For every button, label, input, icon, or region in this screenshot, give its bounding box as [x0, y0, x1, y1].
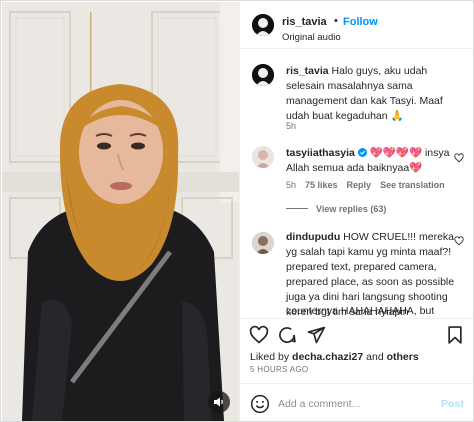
caption-avatar[interactable]	[252, 64, 274, 86]
caption-username[interactable]: ris_tavia	[286, 65, 329, 77]
share-icon[interactable]	[306, 325, 326, 345]
comment-2-line-2: yg salah tapi kamu yg minta maaf?!	[286, 246, 452, 258]
mute-toggle-button[interactable]	[208, 391, 230, 413]
comment-2-line-4: prepared place, as soon as possible	[286, 276, 455, 288]
comment-1-reply-button[interactable]: Reply	[347, 180, 372, 190]
post-header: ris_tavia • Follow Original audio	[240, 2, 473, 49]
comment-1-line-2: Allah semua ada baiknyaa💖	[286, 162, 423, 174]
follow-button[interactable]: Follow	[343, 16, 378, 28]
liked-by-text: Liked by decha.chazi27 and others	[250, 351, 419, 363]
add-comment-row: Post	[240, 383, 473, 421]
comment-2-line-5: juga ya dini hari langsung shooting	[286, 291, 448, 303]
liked-by-mid: and	[363, 351, 387, 363]
view-replies-button[interactable]: View replies (63)	[316, 204, 386, 214]
avatar-image	[252, 14, 274, 36]
comment-avatar[interactable]	[252, 232, 274, 254]
comment-1-translate-button[interactable]: See translation	[380, 180, 445, 190]
comment-2-username[interactable]: dindupudu	[286, 231, 340, 243]
comment-icon[interactable]	[277, 325, 297, 345]
caption-emoji: 🙏	[390, 110, 404, 122]
comment-1-time: 5h	[286, 180, 297, 190]
caption-text: ris_tavia Halo guys, aku udah selesain m…	[286, 64, 466, 124]
heart-icon[interactable]	[249, 325, 269, 345]
caption-meta: 5h	[286, 121, 305, 131]
comments-list[interactable]: ris_tavia Halo guys, aku udah selesain m…	[240, 49, 473, 319]
caption-time: 5h	[286, 121, 297, 131]
author-avatar[interactable]	[252, 14, 274, 36]
avatar-image	[252, 64, 274, 86]
comment-2-line-3: prepared text, prepared camera,	[286, 261, 437, 273]
replies-divider	[286, 208, 308, 209]
speaker-icon	[214, 397, 223, 407]
action-bar: Liked by decha.chazi27 and others 5 HOUR…	[240, 318, 473, 421]
video-frame	[2, 2, 239, 421]
avatar-image	[252, 232, 274, 254]
comment-1-username[interactable]: tasyiiathasyia	[286, 147, 355, 159]
comment-2-text: HOW CRUEL!!! mereka	[340, 231, 455, 243]
header-separator: •	[334, 15, 338, 27]
comment-1-likes[interactable]: 75 likes	[305, 180, 338, 190]
comment-1-meta: 5h 75 likes Reply See translation	[286, 180, 454, 190]
post-time-ago[interactable]: 5 HOURS AGO	[250, 365, 308, 374]
liked-by-user[interactable]: decha.chazi27	[292, 351, 363, 363]
comment-avatar[interactable]	[252, 146, 274, 168]
comment-2-line-7: counternya HAHAHAHAHA, but	[286, 305, 435, 317]
post-side-panel: ris_tavia • Follow Original audio ris_ta…	[239, 2, 473, 421]
audio-label[interactable]: Original audio	[282, 32, 341, 43]
avatar-image	[252, 146, 274, 168]
comment-2-line-1: dindupudu HOW CRUEL!!! mereka	[286, 230, 458, 245]
verified-icon	[357, 148, 367, 157]
author-username[interactable]: ris_tavia	[282, 16, 327, 28]
add-comment-input[interactable]	[278, 395, 428, 413]
comment-1-line-1: tasyiiathasyia 💖💖💖💖 insya	[286, 146, 456, 161]
liked-by-prefix: Liked by	[250, 351, 293, 363]
emoji-icon[interactable]	[250, 394, 270, 414]
comment-1-text-tail: 💖💖💖💖 insya	[369, 147, 450, 159]
bookmark-icon[interactable]	[445, 325, 465, 345]
post-video[interactable]	[2, 2, 239, 421]
post-dialog: ris_tavia • Follow Original audio ris_ta…	[0, 0, 474, 422]
liked-by-others[interactable]: others	[387, 351, 419, 363]
post-comment-button[interactable]: Post	[441, 398, 464, 410]
comment-1-like-heart-icon[interactable]	[454, 153, 464, 163]
